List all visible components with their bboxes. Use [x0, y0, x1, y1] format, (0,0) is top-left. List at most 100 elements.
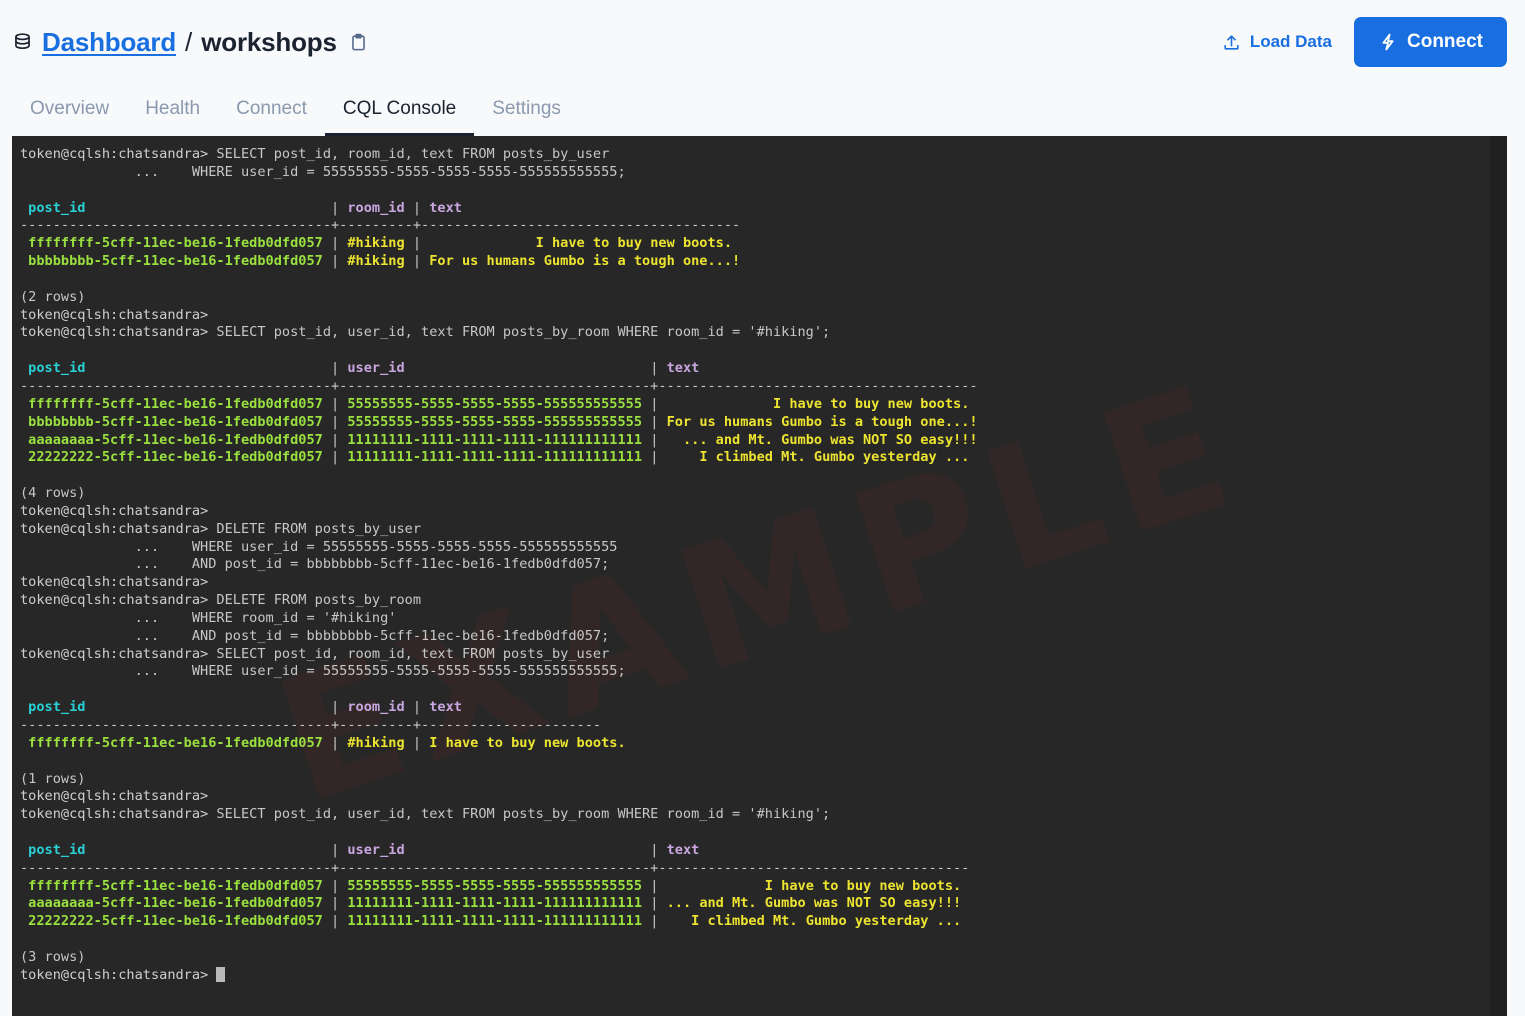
terminal-segment: token@cqlsh:chatsandra>: [20, 324, 217, 341]
terminal-segment: user_id: [347, 360, 651, 377]
terminal-segment: --------------------------------------+-…: [20, 377, 978, 394]
terminal-segment: I climbed Mt. Gumbo yesterday ...: [666, 913, 962, 930]
tab-bar: Overview Health Connect CQL Console Settings: [0, 84, 1525, 136]
terminal-segment: For us humans Gumbo is a tough one...!: [429, 253, 741, 270]
terminal-segment: bbbbbbbb-5cff-11ec-be16-1fedb0dfd057: [20, 253, 331, 270]
lightning-bolt-icon: [1378, 32, 1398, 52]
terminal-segment: post_id: [20, 360, 331, 377]
terminal-segment: SELECT post_id, user_id, text FROM posts…: [216, 324, 831, 341]
terminal-segment: |: [412, 699, 430, 716]
breadcrumb-dashboard-link[interactable]: Dashboard: [42, 27, 176, 58]
terminal-segment: 55555555-5555-5555-5555-555555555555: [347, 395, 651, 412]
terminal-segment: ... and Mt. Gumbo was NOT SO easy!!!: [666, 431, 978, 448]
tab-health[interactable]: Health: [127, 84, 218, 136]
terminal-segment: token@cqlsh:chatsandra>: [20, 592, 217, 609]
terminal-segment: |: [412, 734, 430, 751]
terminal-segment: SELECT post_id, user_id, text FROM posts…: [216, 806, 831, 823]
terminal-segment: user_id: [347, 841, 651, 858]
terminal-output: token@cqlsh:chatsandra> SELECT post_id, …: [20, 146, 1507, 985]
terminal-segment: 11111111-1111-1111-1111-111111111111: [347, 895, 651, 912]
terminal-segment: |: [331, 413, 348, 430]
terminal-segment: |: [331, 199, 348, 216]
terminal-segment: |: [650, 360, 667, 377]
terminal-segment: |: [650, 449, 667, 466]
terminal-segment: text: [429, 199, 462, 216]
terminal-segment: DELETE FROM posts_by_user: [216, 520, 422, 537]
tab-overview[interactable]: Overview: [12, 84, 127, 136]
load-data-label: Load Data: [1249, 32, 1332, 51]
terminal-segment: ffffffff-5cff-11ec-be16-1fedb0dfd057: [20, 235, 331, 252]
terminal-segment: 11111111-1111-1111-1111-111111111111: [347, 913, 651, 930]
terminal-segment: aaaaaaaa-5cff-11ec-be16-1fedb0dfd057: [20, 431, 331, 448]
terminal-segment: --------------------------------------+-…: [20, 217, 741, 234]
terminal-segment: |: [331, 877, 348, 894]
terminal-segment: ... WHERE user_id = 55555555-5555-5555-5…: [20, 163, 626, 180]
terminal-segment: post_id: [20, 699, 331, 716]
terminal-segment: #hiking: [347, 734, 413, 751]
terminal-segment: |: [331, 913, 348, 930]
header-actions: Load Data Connect: [1216, 17, 1507, 67]
breadcrumb: Dashboard / workshops: [12, 27, 1216, 58]
terminal-segment: token@cqlsh:chatsandra>: [20, 306, 209, 323]
terminal-segment: token@cqlsh:chatsandra>: [20, 502, 209, 519]
clipboard-icon[interactable]: [349, 33, 368, 52]
terminal-segment: |: [331, 360, 348, 377]
terminal-segment: token@cqlsh:chatsandra>: [20, 574, 209, 591]
terminal-segment: 22222222-5cff-11ec-be16-1fedb0dfd057: [20, 449, 331, 466]
terminal-segment: token@cqlsh:chatsandra>: [20, 806, 217, 823]
terminal-segment: room_id: [347, 699, 413, 716]
terminal-segment: 11111111-1111-1111-1111-111111111111: [347, 449, 651, 466]
tab-cql-console[interactable]: CQL Console: [324, 84, 475, 136]
terminal-segment: |: [331, 431, 348, 448]
terminal-segment: |: [650, 913, 667, 930]
terminal-segment: |: [331, 734, 348, 751]
terminal-segment: text: [429, 699, 462, 716]
terminal-segment: token@cqlsh:chatsandra>: [20, 645, 217, 662]
tab-connect[interactable]: Connect: [218, 84, 325, 136]
terminal-segment: 22222222-5cff-11ec-be16-1fedb0dfd057: [20, 913, 331, 930]
terminal-segment: |: [331, 895, 348, 912]
terminal-segment: post_id: [20, 841, 331, 858]
terminal-segment: SELECT post_id, room_id, text FROM posts…: [216, 645, 610, 662]
terminal-segment: #hiking: [347, 253, 413, 270]
terminal-segment: |: [650, 431, 667, 448]
terminal[interactable]: EXAMPLE token@cqlsh:chatsandra> SELECT p…: [12, 136, 1507, 1016]
terminal-segment: ffffffff-5cff-11ec-be16-1fedb0dfd057: [20, 734, 331, 751]
upload-icon: [1222, 33, 1241, 52]
cql-console-panel: EXAMPLE token@cqlsh:chatsandra> SELECT p…: [0, 136, 1525, 1016]
terminal-segment: SELECT post_id, room_id, text FROM posts…: [216, 146, 610, 162]
terminal-segment: ffffffff-5cff-11ec-be16-1fedb0dfd057: [20, 877, 331, 894]
terminal-segment: |: [331, 253, 348, 270]
tab-settings[interactable]: Settings: [474, 84, 579, 136]
terminal-segment: I climbed Mt. Gumbo yesterday ...: [666, 449, 970, 466]
terminal-segment: I have to buy new boots.: [429, 235, 733, 252]
connect-button[interactable]: Connect: [1354, 17, 1507, 67]
top-bar: Dashboard / workshops Load Data Connect: [0, 0, 1525, 84]
terminal-segment: ... WHERE room_id = '#hiking': [20, 609, 397, 626]
terminal-segment: I have to buy new boots.: [666, 877, 962, 894]
terminal-segment: 55555555-5555-5555-5555-555555555555: [347, 413, 651, 430]
terminal-segment: (3 rows): [20, 948, 86, 965]
terminal-segment: For us humans Gumbo is a tough one...!: [666, 413, 978, 430]
terminal-segment: |: [331, 395, 348, 412]
database-icon: [12, 32, 33, 53]
terminal-segment: (1 rows): [20, 770, 86, 787]
load-data-button[interactable]: Load Data: [1216, 22, 1338, 62]
terminal-segment: --------------------------------------+-…: [20, 859, 970, 876]
terminal-segment: ... AND post_id = bbbbbbbb-5cff-11ec-be1…: [20, 556, 610, 573]
terminal-segment: text: [666, 360, 700, 377]
terminal-segment: token@cqlsh:chatsandra>: [20, 146, 217, 162]
terminal-segment: post_id: [20, 199, 331, 216]
terminal-segment: |: [650, 895, 667, 912]
terminal-segment: |: [650, 841, 667, 858]
terminal-segment: (4 rows): [20, 485, 86, 502]
terminal-segment: I have to buy new boots.: [666, 395, 970, 412]
terminal-segment: |: [331, 699, 348, 716]
terminal-segment: |: [412, 235, 430, 252]
terminal-segment: |: [650, 877, 667, 894]
terminal-segment: room_id: [347, 199, 413, 216]
terminal-segment: |: [650, 395, 667, 412]
terminal-segment: 55555555-5555-5555-5555-555555555555: [347, 877, 651, 894]
connect-label: Connect: [1407, 31, 1483, 52]
terminal-segment: I have to buy new boots.: [429, 734, 626, 751]
